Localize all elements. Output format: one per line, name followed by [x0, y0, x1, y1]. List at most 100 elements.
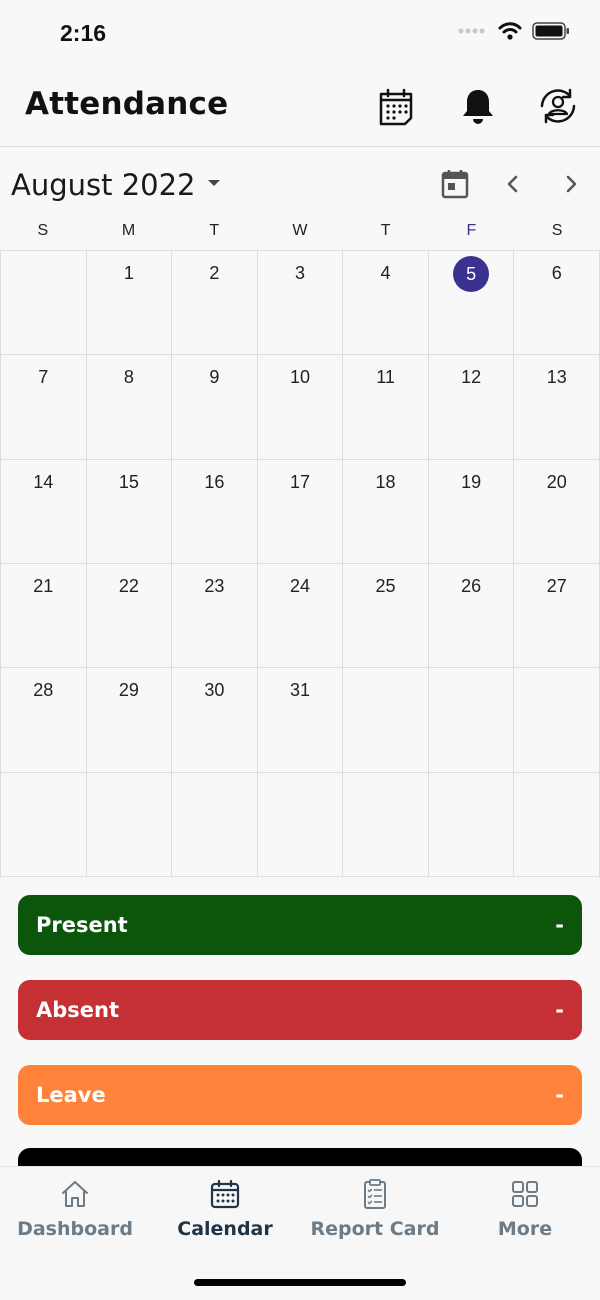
weekday-label-current: F [466, 222, 477, 239]
day-cell[interactable]: 20 [514, 459, 600, 564]
day-cell[interactable]: 14 [1, 459, 87, 564]
present-card[interactable]: Present - [18, 895, 582, 955]
day-cell[interactable]: 12 [428, 355, 515, 460]
weekday-header: S M T W T F S [0, 218, 600, 250]
empty-day-cell [1, 251, 87, 356]
day-number: 12 [461, 367, 482, 388]
day-cell[interactable]: 23 [172, 564, 258, 669]
day-cell[interactable]: 24 [257, 564, 344, 669]
leave-value: - [555, 1083, 564, 1107]
calendar-icon [379, 88, 413, 126]
day-number: 21 [33, 576, 54, 596]
empty-day-cell [86, 772, 173, 877]
grid-icon [512, 1181, 538, 1207]
app-header: Attendance [0, 66, 600, 147]
tab-label: More [497, 1218, 553, 1240]
selected-day-number: 5 [453, 256, 490, 292]
day-cell[interactable]: 1 [86, 251, 173, 356]
day-cell[interactable]: 4 [343, 251, 429, 356]
leave-card[interactable]: Leave - [18, 1065, 582, 1125]
day-cell[interactable]: 29 [86, 668, 173, 773]
day-number: 8 [123, 367, 134, 388]
leave-label: Leave [36, 1083, 106, 1107]
tab-label: Dashboard [17, 1218, 133, 1240]
day-number: 23 [204, 576, 225, 596]
day-cell[interactable]: 8 [86, 355, 173, 460]
empty-day-cell [514, 772, 600, 877]
day-number: 30 [204, 680, 225, 701]
day-number: 22 [118, 576, 139, 596]
day-number: 9 [209, 367, 220, 388]
day-cell[interactable]: 15 [86, 459, 173, 564]
day-number: 31 [289, 680, 310, 701]
day-cell[interactable]: 28 [1, 668, 87, 773]
weekday-label: T [380, 222, 391, 239]
month-toolbar: August 2022 [0, 148, 600, 220]
wifi-icon [498, 22, 522, 40]
tab-report-card[interactable]: Report Card [300, 1179, 450, 1240]
day-number: 16 [204, 471, 225, 492]
day-number: 18 [375, 471, 396, 492]
day-cell[interactable]: 17 [257, 459, 344, 564]
signal-icon [458, 28, 485, 34]
day-cell[interactable]: 13 [514, 355, 600, 460]
present-label: Present [36, 913, 128, 937]
switch-profile-button[interactable] [536, 84, 580, 128]
tab-label: Report Card [310, 1218, 440, 1240]
day-number: 19 [461, 471, 482, 492]
day-cell[interactable]: 5 [428, 251, 515, 356]
day-cell[interactable]: 30 [172, 668, 258, 773]
tab-more[interactable]: More [450, 1179, 600, 1240]
day-cell[interactable]: 26 [428, 564, 515, 669]
weekday-label: W [292, 222, 308, 239]
day-cell[interactable]: 2 [172, 251, 258, 356]
absent-card[interactable]: Absent - [18, 980, 582, 1040]
day-cell[interactable]: 10 [257, 355, 344, 460]
profile-switch-icon [540, 88, 576, 124]
next-month-button[interactable] [553, 166, 589, 202]
day-cell[interactable]: 27 [514, 564, 600, 669]
absent-value: - [555, 998, 564, 1022]
day-cell[interactable]: 19 [428, 459, 515, 564]
day-cell[interactable]: 9 [172, 355, 258, 460]
empty-day-cell [428, 668, 515, 773]
empty-day-cell [514, 668, 600, 773]
day-number: 20 [546, 471, 567, 492]
calendar-grid: 1 2 3 4 5 6 7 8 9 10 11 12 13 14 15 16 17 18 19 20 21 22 23 24 2… [0, 250, 600, 877]
today-button[interactable] [437, 166, 473, 202]
day-cell[interactable]: 11 [343, 355, 429, 460]
calendar-icon [210, 1179, 240, 1209]
day-number: 1 [123, 263, 134, 283]
day-cell[interactable]: 31 [257, 668, 344, 773]
day-number: 4 [380, 263, 391, 283]
today-calendar-icon [441, 170, 469, 199]
weekday-label: S [551, 222, 563, 239]
present-value: - [555, 913, 564, 937]
home-icon [62, 1181, 88, 1207]
home-indicator [194, 1279, 406, 1286]
day-cell[interactable]: 21 [1, 564, 87, 669]
weekday-label: T [209, 222, 220, 239]
clipboard-icon [364, 1179, 386, 1209]
attendance-summary: Present - Absent - Leave - [18, 895, 582, 1150]
calendar-view-button[interactable] [374, 84, 418, 128]
day-cell[interactable]: 22 [86, 564, 173, 669]
empty-day-cell [1, 772, 87, 877]
month-selector[interactable]: August 2022 [11, 168, 220, 202]
day-number: 10 [289, 367, 310, 388]
previous-month-button[interactable] [495, 166, 531, 202]
tab-dashboard[interactable]: Dashboard [0, 1179, 150, 1240]
status-icons [458, 22, 570, 40]
notifications-button[interactable] [456, 84, 500, 128]
absent-label: Absent [36, 998, 120, 1022]
day-cell[interactable]: 16 [172, 459, 258, 564]
day-number: 28 [33, 680, 54, 701]
day-cell[interactable]: 6 [514, 251, 600, 356]
weekday-label: M [121, 222, 136, 239]
day-cell[interactable]: 7 [1, 355, 87, 460]
day-cell[interactable]: 3 [257, 251, 344, 356]
day-cell[interactable]: 18 [343, 459, 429, 564]
day-cell[interactable]: 25 [343, 564, 429, 669]
tab-calendar[interactable]: Calendar [150, 1179, 300, 1240]
day-number: 13 [546, 367, 567, 388]
